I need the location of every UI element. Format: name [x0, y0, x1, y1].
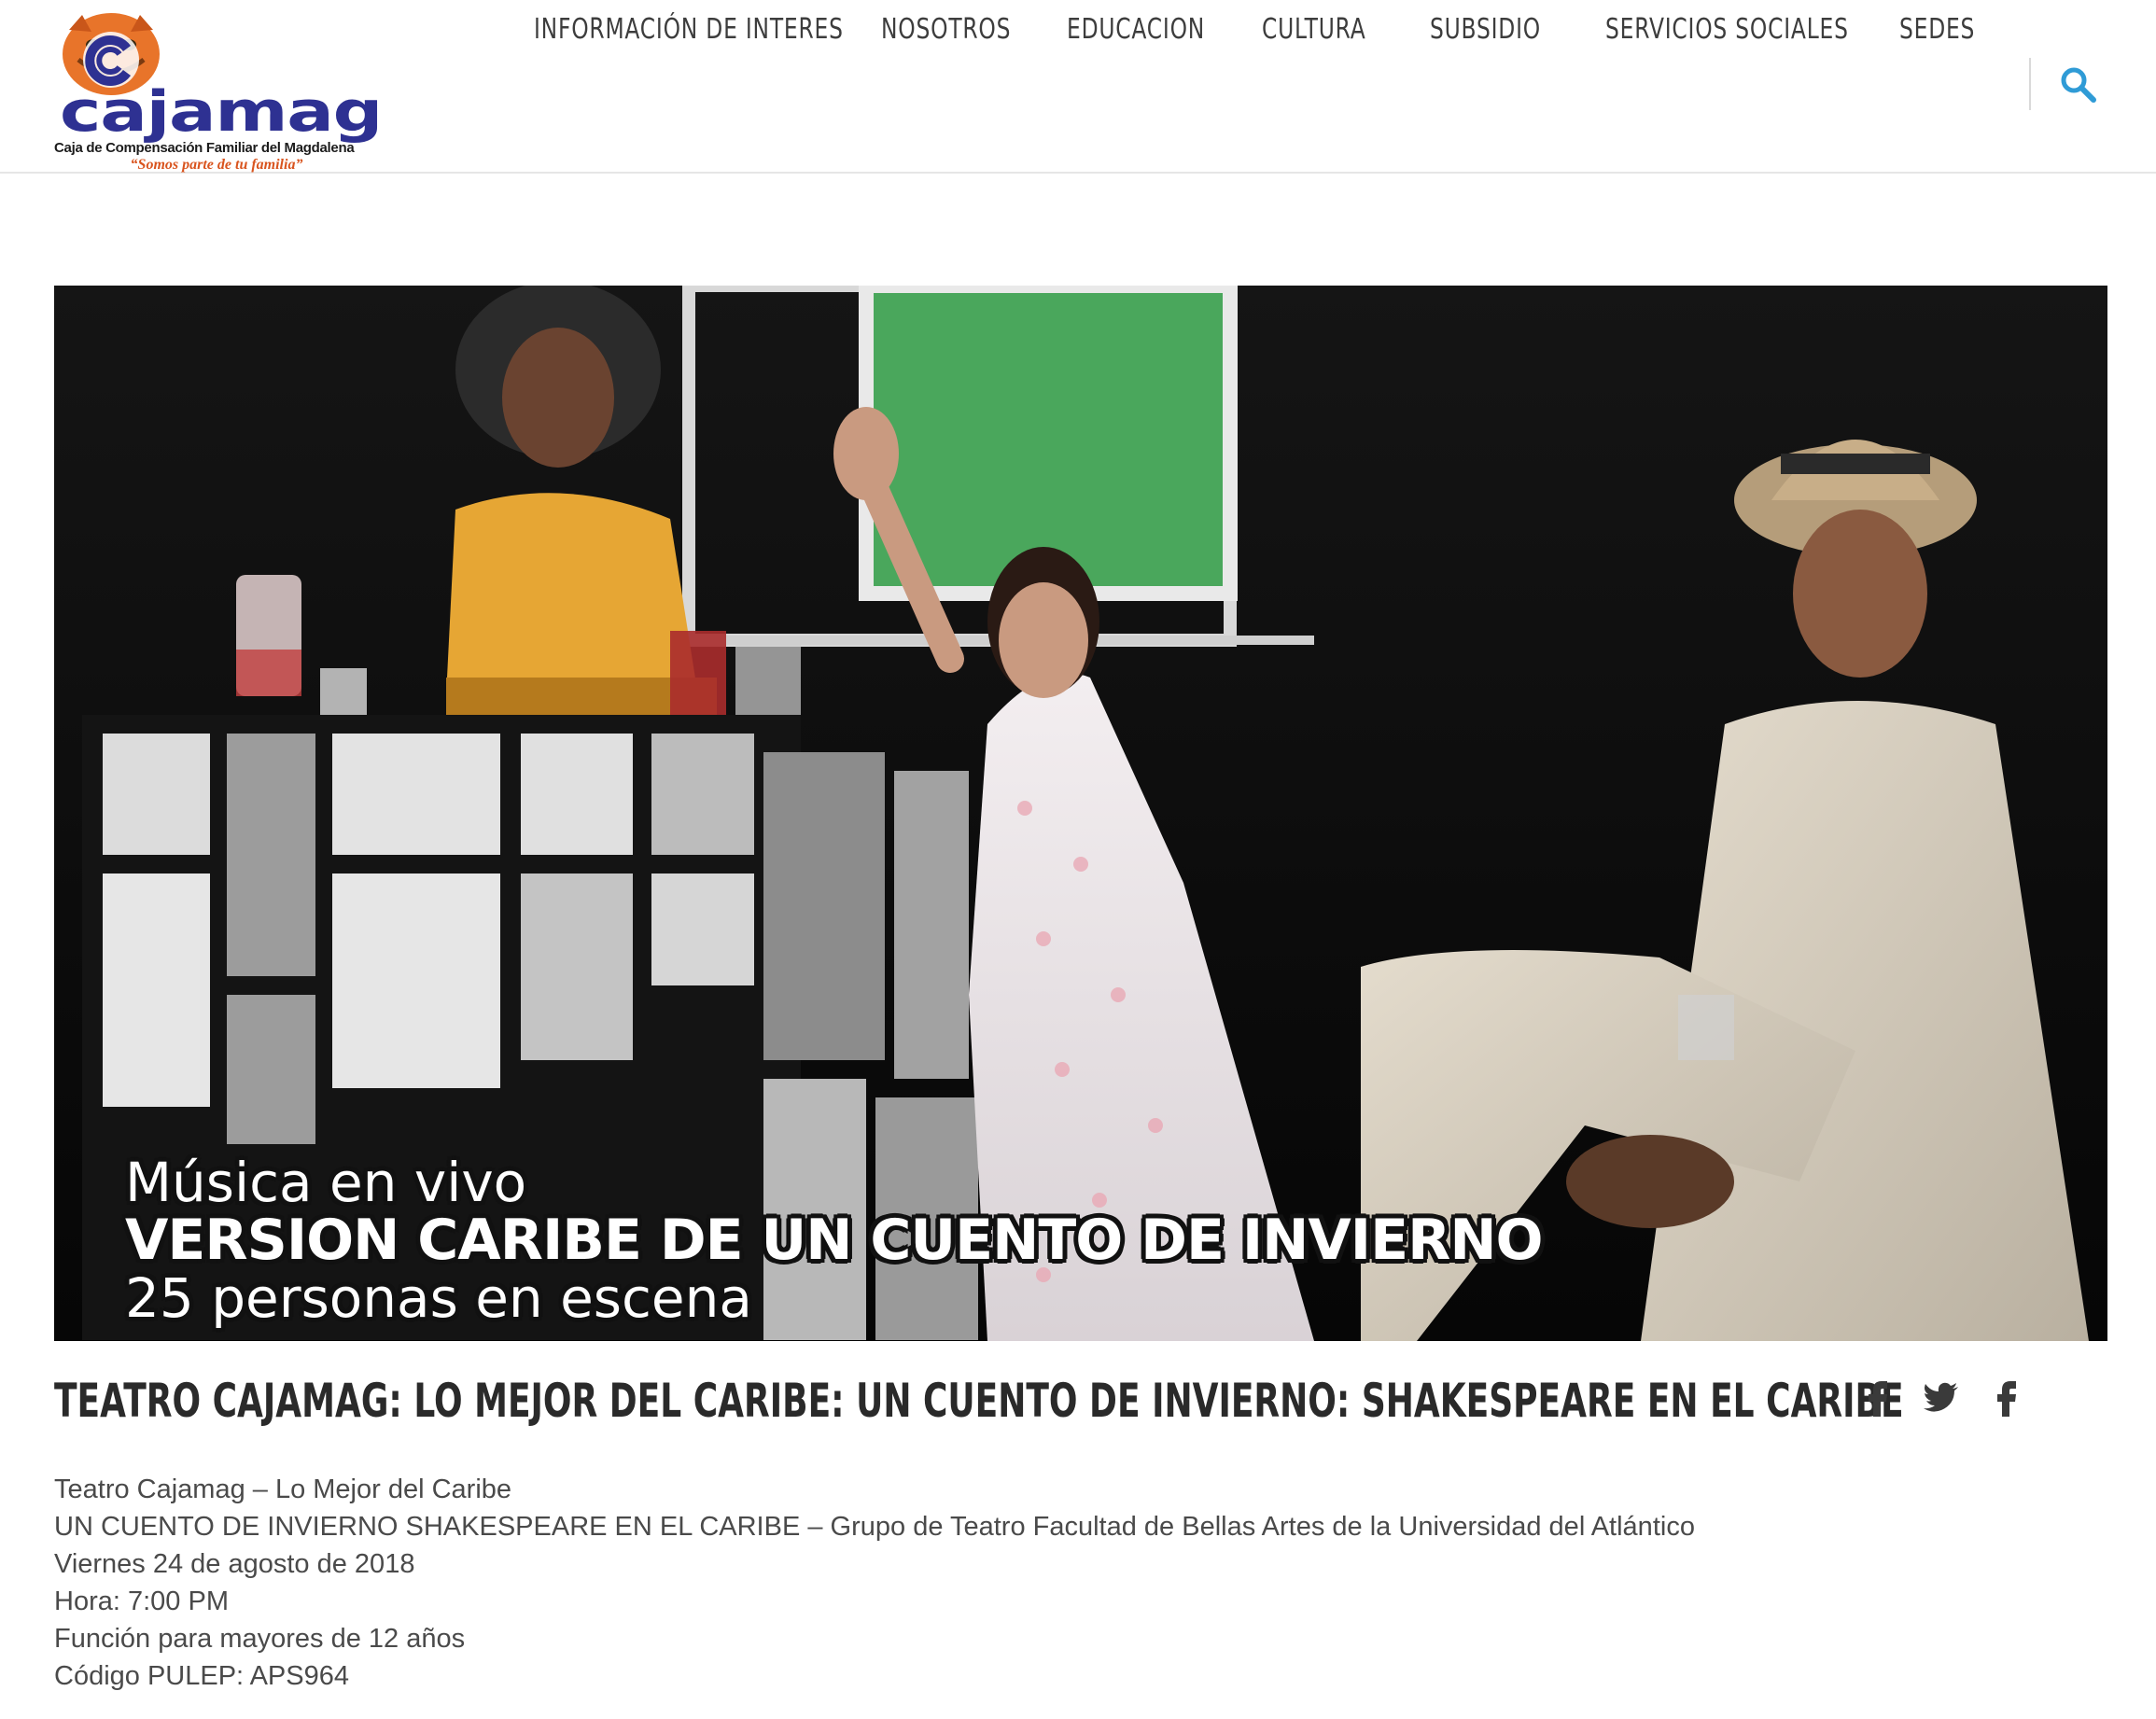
twitter-icon: [1924, 1382, 1958, 1412]
search-icon: [2061, 67, 2096, 103]
post-body-line: Viernes 24 de agosto de 2018: [54, 1549, 415, 1579]
nav-divider: [2029, 58, 2031, 110]
site-header: cajamag Caja de Compensación Familiar de…: [0, 0, 2156, 174]
facebook-icon: [1997, 1381, 2016, 1417]
post-body: Teatro Cajamag – Lo Mejor del Caribe UN …: [54, 1471, 2014, 1695]
nav-item-nosotros[interactable]: Nosotros: [881, 13, 1011, 46]
post-body-line: Código PULEP: APS964: [54, 1661, 349, 1691]
post-body-line: Teatro Cajamag – Lo Mejor del Caribe: [54, 1474, 512, 1504]
overlay-line-1: Música en vivo: [125, 1151, 527, 1214]
nav-item-subsidio[interactable]: Subsidio: [1430, 13, 1541, 46]
post-body-line: Hora: 7:00 PM: [54, 1586, 229, 1616]
logo-tagline: “Somos parte de tu familia”: [130, 157, 303, 173]
nav-item-educacion[interactable]: Educacion: [1067, 13, 1205, 46]
nav-item-informacion[interactable]: Información de interes: [534, 13, 844, 46]
share-facebook-button-2[interactable]: [1988, 1376, 2025, 1417]
overlay-line-2: VERSION CARIBE DE UN CUENTO DE INVIERNO: [125, 1208, 1544, 1273]
logo-subtitle: Caja de Compensación Familiar del Magdal…: [54, 140, 355, 156]
hero-overlay-text: Música en vivo VERSION CARIBE DE UN CUEN…: [125, 1151, 1544, 1330]
nav-item-sedes[interactable]: Sedes: [1899, 13, 1975, 46]
overlay-line-3: 25 personas en escena: [125, 1266, 752, 1330]
post-body-line: UN CUENTO DE INVIERNO SHAKESPEARE EN EL …: [54, 1512, 1695, 1542]
facebook-icon: [1869, 1381, 1887, 1417]
search-button[interactable]: [2059, 65, 2098, 105]
post-title: Teatro Cajamag: Lo Mejor del Caribe: Un …: [54, 1374, 1904, 1428]
share-facebook-button[interactable]: [1859, 1376, 1897, 1417]
share-twitter-button[interactable]: [1923, 1376, 1960, 1417]
hero-image: Música en vivo VERSION CARIBE DE UN CUEN…: [54, 286, 2107, 1341]
nav-item-servicios-sociales[interactable]: Servicios sociales: [1605, 13, 1849, 46]
nav-item-cultura[interactable]: Cultura: [1262, 13, 1365, 46]
site-logo[interactable]: cajamag Caja de Compensación Familiar de…: [52, 11, 383, 173]
post-body-line: Función para mayores de 12 años: [54, 1624, 466, 1654]
logo-wordmark: cajamag: [60, 79, 383, 145]
